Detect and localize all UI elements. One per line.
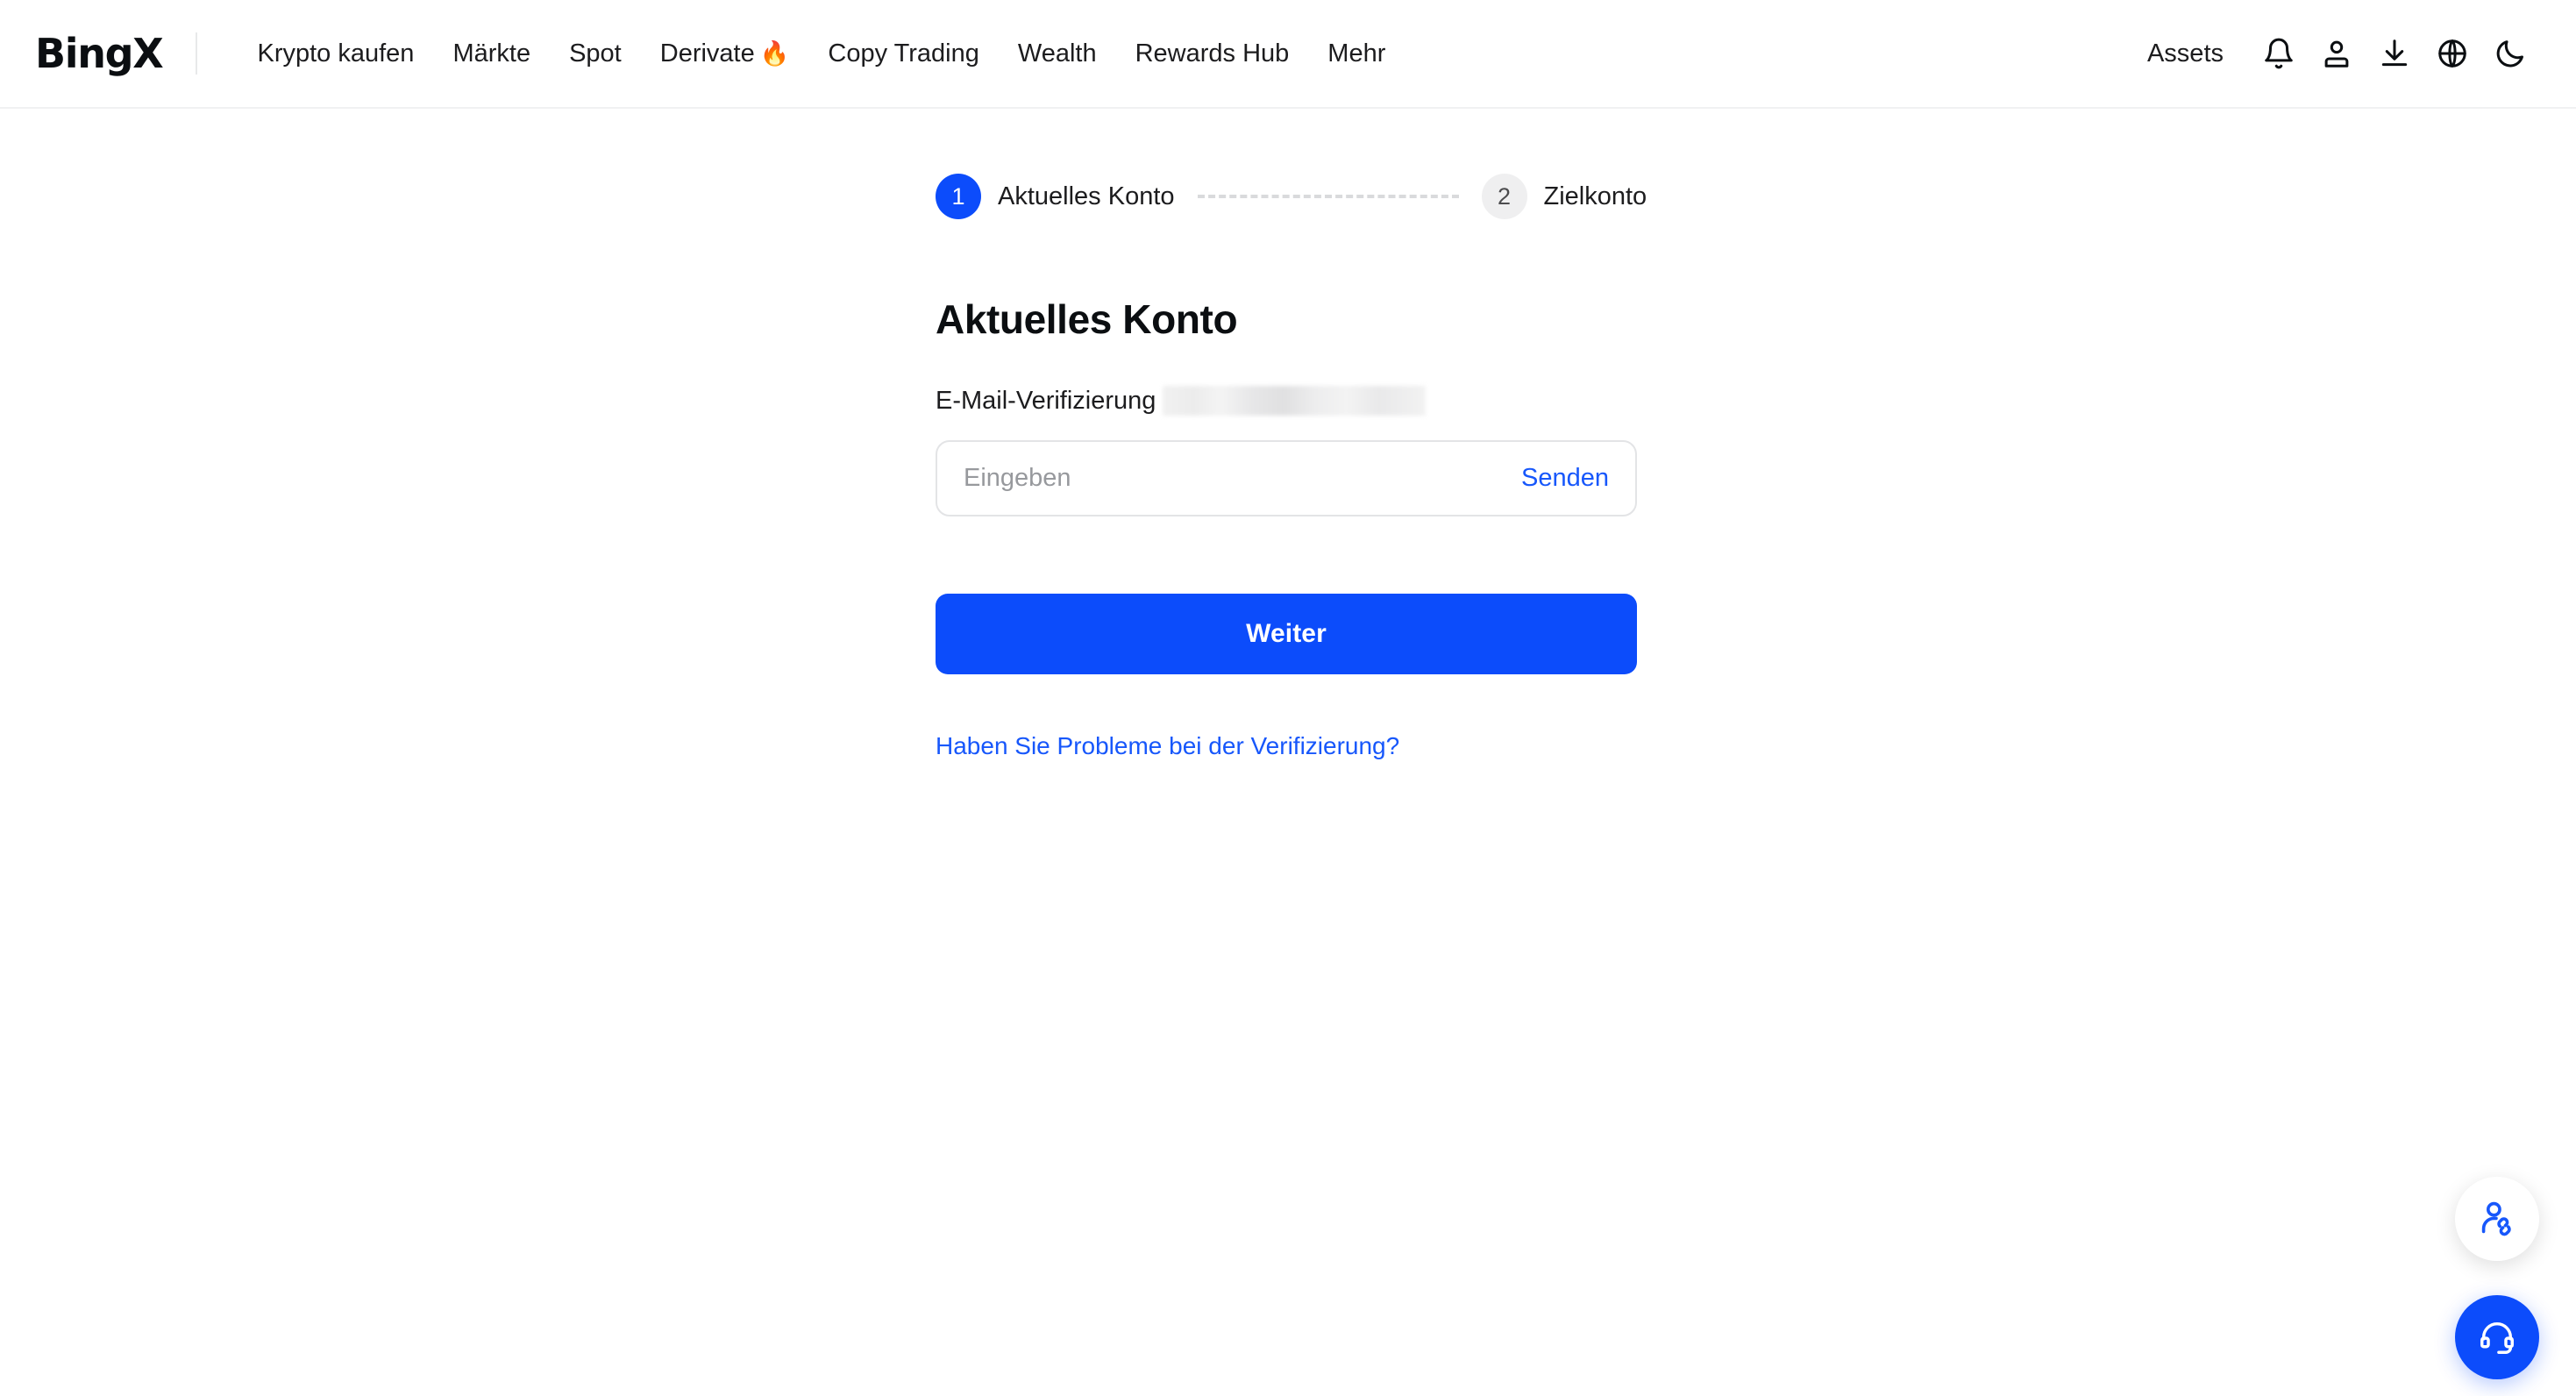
nav-item-krypto-kaufen[interactable]: Krypto kaufen <box>238 39 433 68</box>
nav-item-maerkte[interactable]: Märkte <box>433 39 550 68</box>
continue-button[interactable]: Weiter <box>936 594 1637 674</box>
nav-label: Krypto kaufen <box>257 39 415 68</box>
nav-item-derivate[interactable]: Derivate 🔥 <box>641 39 809 68</box>
nav-label: Copy Trading <box>828 39 979 68</box>
stepper-step-2[interactable]: 2 Zielkonto <box>1481 174 1647 219</box>
step-1-number: 1 <box>936 174 981 219</box>
step-1-label: Aktuelles Konto <box>998 182 1175 210</box>
bingx-logo[interactable]: BingX <box>35 30 164 77</box>
stepper-step-1[interactable]: 1 Aktuelles Konto <box>936 174 1175 219</box>
headset-support-icon <box>2480 1322 2514 1354</box>
verification-help-link[interactable]: Haben Sie Probleme bei der Verifizierung… <box>936 732 1399 760</box>
user-profile-icon[interactable] <box>2308 25 2366 82</box>
notification-bell-icon[interactable] <box>2250 25 2308 82</box>
customer-support-float-button[interactable] <box>2455 1295 2539 1379</box>
transfer-stepper: 1 Aktuelles Konto 2 Zielkonto <box>936 174 1647 219</box>
email-verification-label: E-Mail-Verifizierung <box>936 386 1156 415</box>
nav-label: Derivate <box>659 39 755 68</box>
nav-item-copy-trading[interactable]: Copy Trading <box>808 39 999 68</box>
bingx-logo-text: BingX <box>35 30 164 77</box>
top-navigation-bar: BingX Krypto kaufen Märkte Spot Derivate… <box>0 0 2576 109</box>
main-nav: Krypto kaufen Märkte Spot Derivate 🔥 Cop… <box>238 39 1405 68</box>
email-verification-row: E-Mail-Verifizierung <box>936 386 1427 416</box>
nav-label: Spot <box>569 39 622 68</box>
referral-float-button[interactable] <box>2455 1177 2539 1261</box>
header-divider <box>196 32 198 75</box>
nav-item-rewards-hub[interactable]: Rewards Hub <box>1116 39 1309 68</box>
nav-item-spot[interactable]: Spot <box>550 39 641 68</box>
verification-code-field[interactable]: Senden <box>936 440 1637 516</box>
step-2-label: Zielkonto <box>1543 182 1647 210</box>
language-globe-icon[interactable] <box>2423 25 2481 82</box>
step-2-number: 2 <box>1481 174 1527 219</box>
header-actions: Assets <box>2121 25 2539 82</box>
nav-label: Rewards Hub <box>1135 39 1290 68</box>
fire-icon: 🔥 <box>759 39 790 67</box>
dark-mode-moon-icon[interactable] <box>2481 25 2539 82</box>
page-title: Aktuelles Konto <box>936 296 1238 342</box>
download-icon[interactable] <box>2366 25 2423 82</box>
nav-label: Wealth <box>1017 39 1097 68</box>
nav-label: Mehr <box>1327 39 1386 68</box>
verification-code-input[interactable] <box>937 442 1521 515</box>
nav-item-mehr[interactable]: Mehr <box>1308 39 1405 68</box>
nav-item-wealth[interactable]: Wealth <box>999 39 1116 68</box>
masked-email-value <box>1163 386 1427 416</box>
stepper-connector <box>1197 195 1459 198</box>
send-code-button[interactable]: Senden <box>1521 464 1635 493</box>
nav-label: Märkte <box>452 39 531 68</box>
assets-link[interactable]: Assets <box>2121 39 2250 68</box>
user-referral-link-icon <box>2481 1201 2511 1236</box>
